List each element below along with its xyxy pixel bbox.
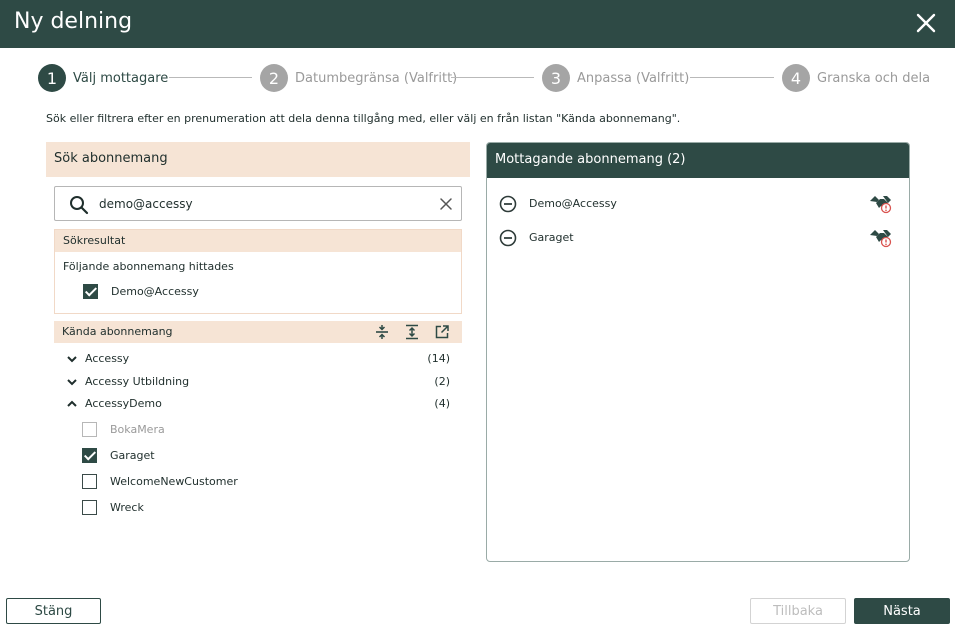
step-label: Granska och dela (817, 70, 931, 86)
tree-item-label: WelcomeNewCustomer (110, 474, 238, 488)
remove-circle-icon[interactable] (499, 229, 517, 247)
tree-group-accessydemo[interactable]: AccessyDemo (4) (66, 395, 450, 413)
search-panel-header: Sök abonnemang (46, 142, 470, 177)
results-found-text: Följande abonnemang hittades (63, 260, 234, 273)
chevron-down-icon (67, 379, 77, 386)
expand-all-icon[interactable] (404, 324, 420, 340)
tree-group-name: Accessy Utbildning (85, 375, 190, 388)
stepper: 1 Välj mottagare 2 Datumbegränsa (Valfri… (0, 63, 955, 93)
step-4[interactable]: 4 Granska och dela (782, 63, 930, 93)
tree-group-count: (2) (434, 375, 450, 388)
close-icon[interactable] (914, 11, 938, 35)
tree-group-accessy[interactable]: Accessy (14) (66, 350, 450, 368)
recipients-panel-header: Mottagande abonnemang (2) (487, 143, 909, 178)
recipients-panel: Mottagande abonnemang (2) Demo@Accessy G… (486, 142, 910, 562)
checkbox[interactable] (83, 284, 98, 299)
remove-circle-icon[interactable] (499, 195, 517, 213)
instruction-text: Sök eller filtrera efter en prenumeratio… (46, 112, 681, 125)
search-panel-title: Sök abonnemang (54, 151, 168, 166)
result-item-label: Demo@Accessy (111, 285, 199, 298)
tree-item-garaget[interactable]: Garaget (82, 446, 155, 464)
chevron-down-icon (67, 356, 77, 363)
dialog-title: Ny delning (14, 9, 133, 34)
handshake-alert-icon[interactable] (869, 227, 893, 249)
step-label: Datumbegränsa (Valfritt) (295, 70, 458, 86)
step-number: 4 (782, 64, 810, 92)
tree-item-bokamera: BokaMera (82, 420, 165, 438)
recipient-name: Garaget (529, 231, 574, 244)
search-subscriptions-panel: Sök abonnemang Sökresultat Följande abon… (46, 142, 470, 562)
tree-group-count: (14) (427, 352, 450, 365)
search-icon (70, 196, 89, 215)
search-results-header: Sökresultat (55, 230, 461, 252)
step-label: Anpassa (Valfritt) (577, 70, 690, 86)
step-3[interactable]: 3 Anpassa (Valfritt) (542, 63, 689, 93)
handshake-alert-icon[interactable] (869, 193, 893, 215)
tree-item-label: Wreck (110, 500, 144, 514)
checkbox[interactable] (82, 499, 97, 515)
search-results-title: Sökresultat (63, 234, 126, 247)
step-connector (169, 77, 252, 78)
tree-item-wreck[interactable]: Wreck (82, 498, 144, 516)
tree-group-accessy-utbildning[interactable]: Accessy Utbildning (2) (66, 373, 450, 391)
known-subscriptions-header: Kända abonnemang (54, 321, 462, 343)
checkbox[interactable] (82, 447, 97, 463)
recipients-panel-title: Mottagande abonnemang (2) (495, 152, 686, 167)
known-subscriptions-title: Kända abonnemang (62, 325, 173, 338)
tree-group-name: AccessyDemo (85, 397, 162, 410)
search-input[interactable] (99, 194, 429, 214)
tree-item-label: Garaget (110, 448, 155, 462)
step-1[interactable]: 1 Välj mottagare (38, 63, 168, 93)
recipient-name: Demo@Accessy (529, 197, 617, 210)
next-button[interactable]: Nästa (854, 598, 950, 624)
close-button[interactable]: Stäng (6, 598, 101, 624)
tree-group-count: (4) (434, 397, 450, 410)
search-field (54, 186, 462, 221)
checkbox[interactable] (82, 473, 97, 489)
search-results: Sökresultat Följande abonnemang hittades… (54, 229, 462, 314)
checkbox (82, 421, 97, 437)
step-connector (451, 77, 534, 78)
step-connector (690, 77, 774, 78)
step-number: 3 (542, 64, 570, 92)
tree-group-name: Accessy (85, 352, 130, 365)
step-number: 2 (260, 64, 288, 92)
step-label: Välj mottagare (73, 70, 169, 86)
step-number: 1 (38, 64, 66, 92)
dialog-titlebar: Ny delning (0, 0, 955, 48)
back-button[interactable]: Tillbaka (750, 598, 846, 624)
clear-icon[interactable] (439, 197, 453, 211)
tree-item-welcomenewcustomer[interactable]: WelcomeNewCustomer (82, 472, 238, 490)
collapse-all-icon[interactable] (374, 324, 390, 340)
step-2[interactable]: 2 Datumbegränsa (Valfritt) (260, 63, 457, 93)
tree-item-label: BokaMera (110, 422, 165, 436)
open-external-icon[interactable] (434, 324, 450, 340)
recipient-row: Garaget (499, 227, 897, 249)
recipient-row: Demo@Accessy (499, 193, 897, 215)
chevron-up-icon (67, 400, 77, 407)
result-item[interactable]: Demo@Accessy (83, 284, 199, 299)
